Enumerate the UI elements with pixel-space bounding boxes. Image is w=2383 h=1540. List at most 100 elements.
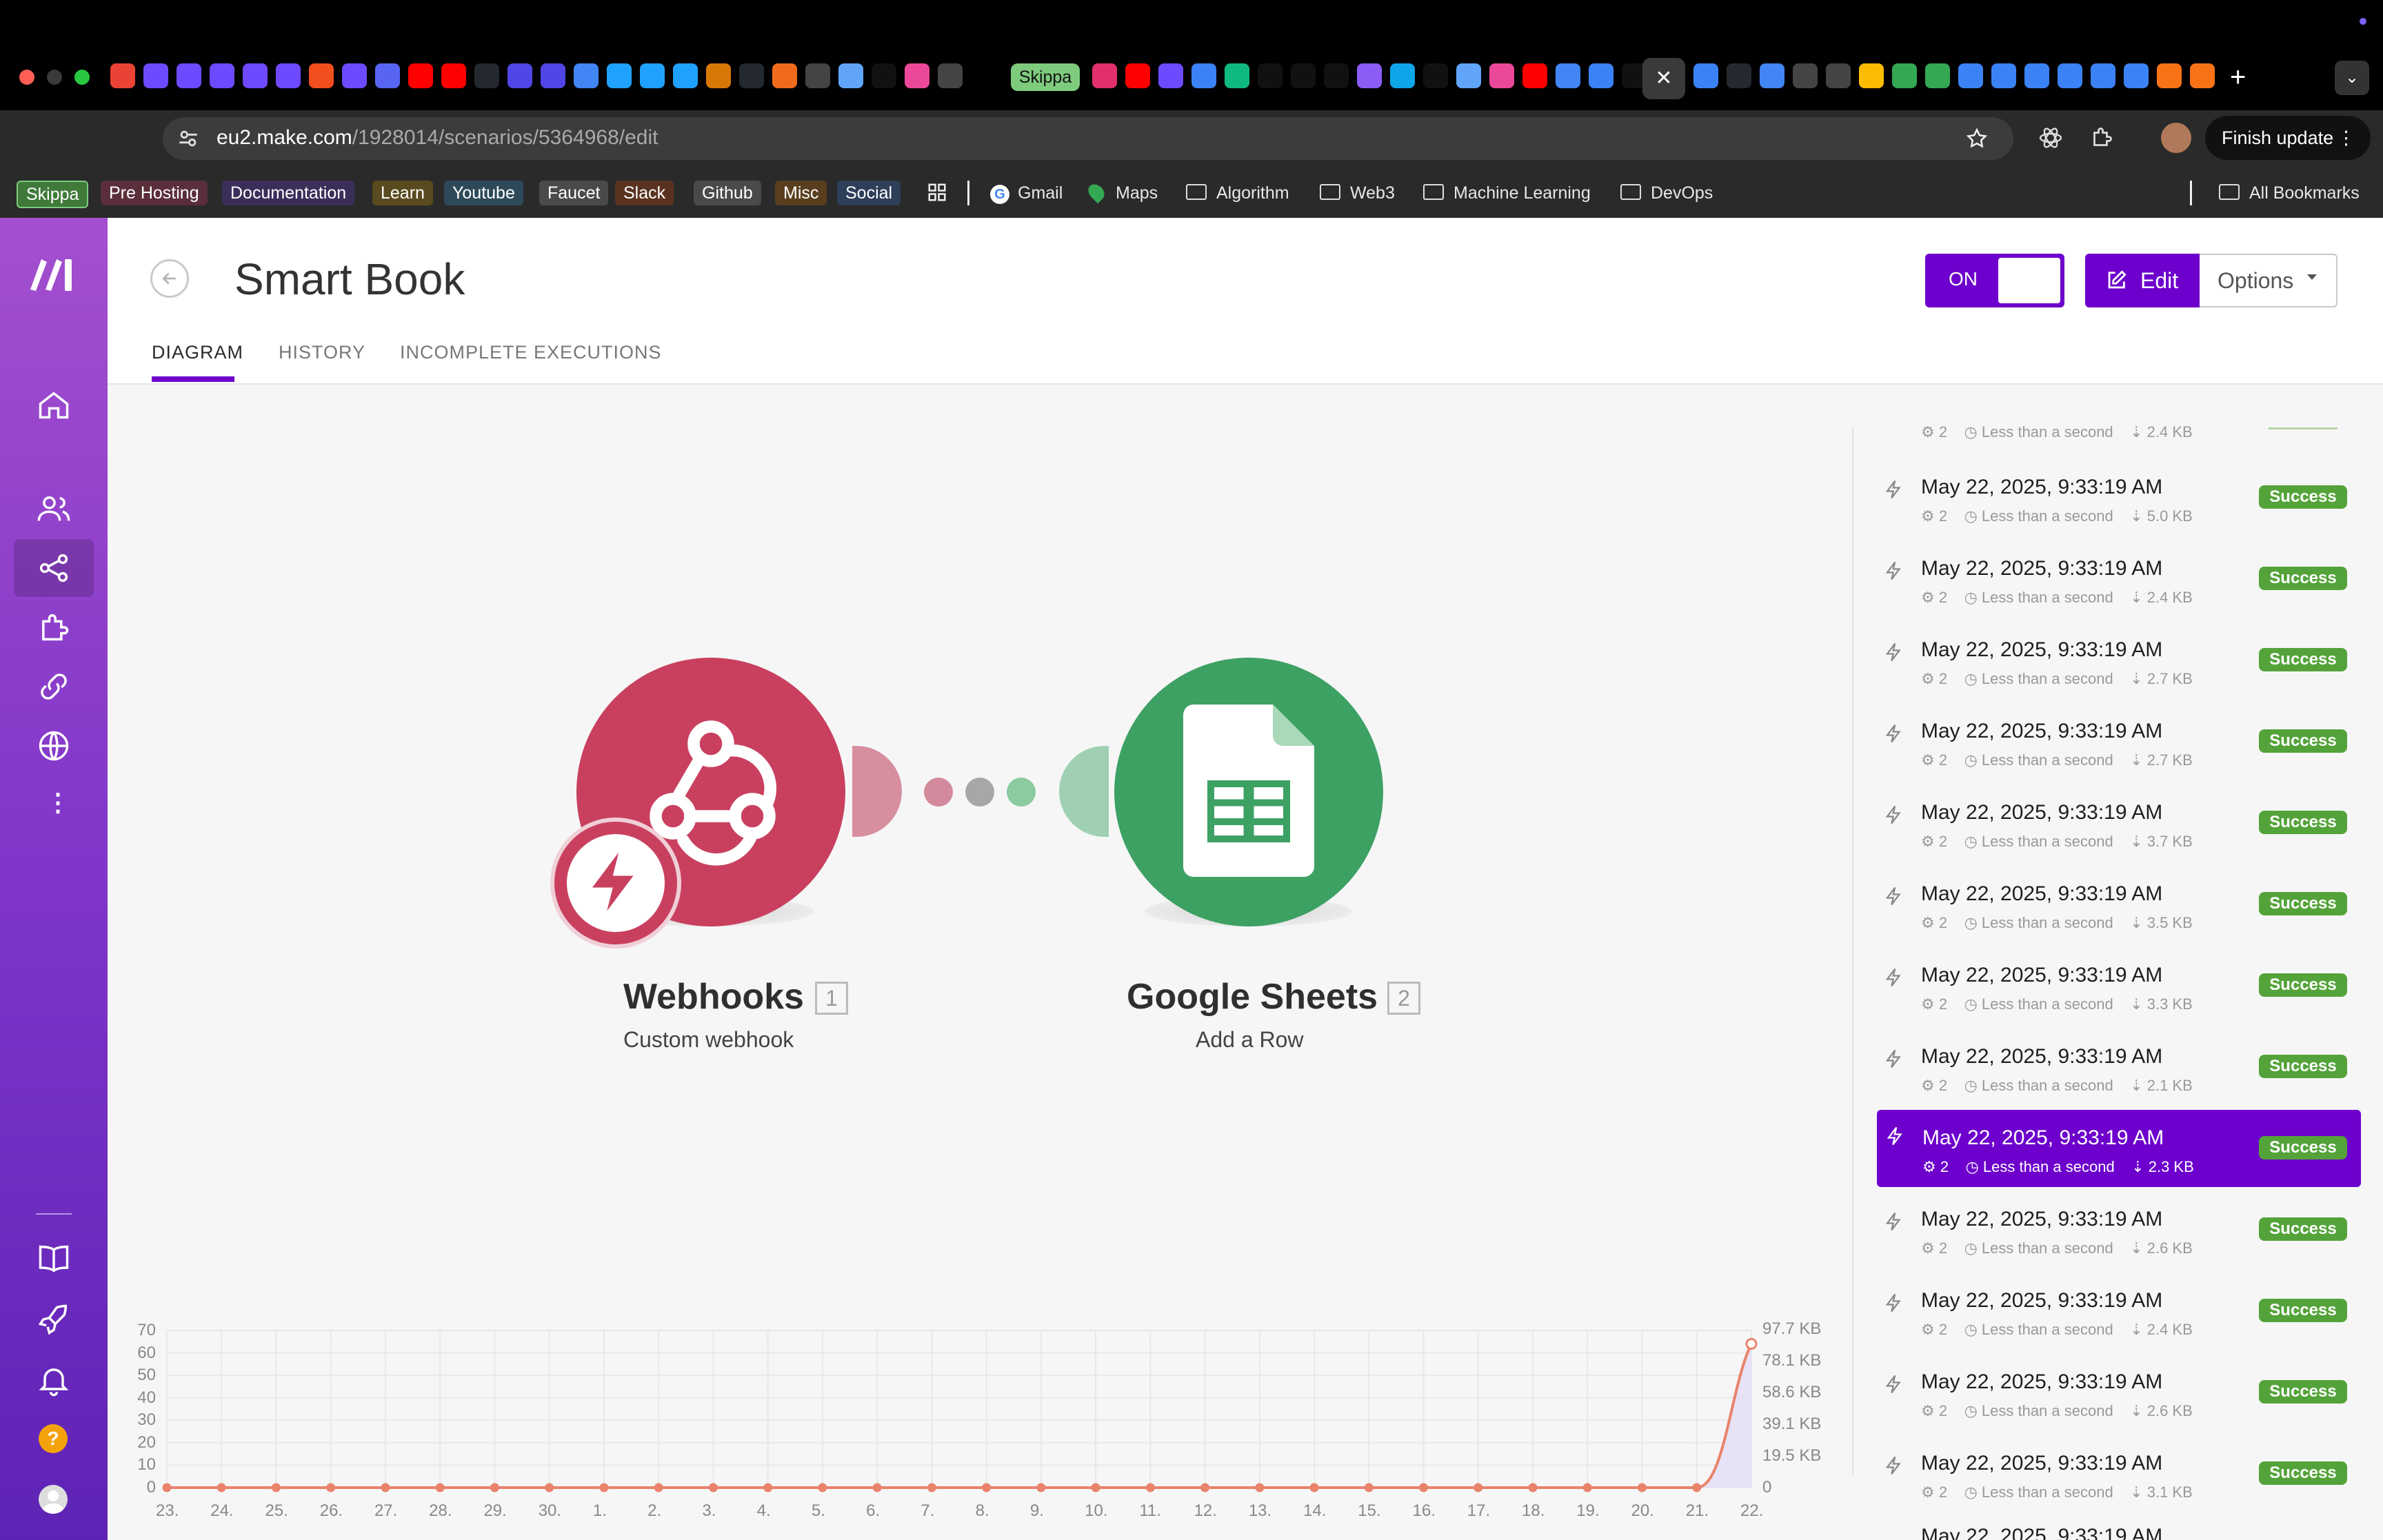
more-dots-icon[interactable]: ⋮	[46, 790, 70, 815]
data-point[interactable]	[1145, 1483, 1155, 1492]
browser-tab-icon[interactable]	[673, 63, 698, 88]
data-point[interactable]	[271, 1483, 281, 1492]
menu-dots-icon[interactable]: ⋮	[2337, 116, 2355, 160]
tab-history[interactable]: HISTORY	[279, 342, 365, 363]
browser-tab-icon[interactable]	[1693, 63, 1718, 88]
history-row-partial[interactable]: May 22, 2025, 9:33:19 AM	[1876, 1515, 2358, 1540]
data-point[interactable]	[1091, 1483, 1100, 1492]
browser-tab-icon[interactable]	[1522, 63, 1547, 88]
browser-tab-icon[interactable]	[309, 63, 334, 88]
browser-tab-icon[interactable]	[1793, 63, 1818, 88]
bookmark-folder-devops[interactable]: DevOps	[1620, 181, 1713, 205]
browser-tab-icon[interactable]	[2024, 63, 2049, 88]
browser-tab-icon[interactable]	[1423, 63, 1448, 88]
finish-update-button[interactable]: Finish update ⋮	[2205, 116, 2371, 160]
browser-tab-icon[interactable]	[1357, 63, 1382, 88]
bookmark-chip[interactable]: Youtube	[444, 181, 523, 205]
bookmark-chip[interactable]: Misc	[775, 181, 827, 205]
browser-tab-icon[interactable]	[1556, 63, 1580, 88]
data-point[interactable]	[381, 1483, 390, 1492]
data-point[interactable]	[927, 1483, 936, 1492]
data-point[interactable]	[1419, 1483, 1429, 1492]
bookmark-chip[interactable]: Faucet	[539, 181, 609, 205]
browser-tab-icon[interactable]	[607, 63, 632, 88]
data-point[interactable]	[545, 1483, 554, 1492]
tab-search-icon[interactable]: ⌄	[2335, 61, 2369, 95]
browser-tab-icon[interactable]	[1589, 63, 1613, 88]
data-point[interactable]	[326, 1483, 336, 1492]
browser-tab-icon[interactable]	[739, 63, 764, 88]
bookmark-chip[interactable]: Learn	[372, 181, 433, 205]
back-button[interactable]	[150, 259, 189, 298]
browser-tab-icon[interactable]	[1225, 63, 1249, 88]
module-name-google-sheets[interactable]: Google Sheets	[1127, 976, 1378, 1017]
data-point[interactable]	[1692, 1483, 1702, 1492]
data-point[interactable]	[1364, 1483, 1374, 1492]
browser-tab-icon[interactable]	[541, 63, 565, 88]
browser-tab-icon[interactable]	[1859, 63, 1884, 88]
browser-tab-icon[interactable]	[1991, 63, 2016, 88]
browser-tab-icon[interactable]	[905, 63, 929, 88]
address-bar[interactable]: eu2.make.com/1928014/scenarios/5364968/e…	[163, 117, 2013, 160]
extensions-puzzle-icon[interactable]	[2089, 125, 2114, 150]
connections-link-icon[interactable]	[36, 669, 72, 705]
browser-tab-icon[interactable]	[1291, 63, 1316, 88]
data-point[interactable]	[763, 1483, 773, 1492]
data-point[interactable]	[435, 1483, 445, 1492]
profile-avatar[interactable]	[2161, 123, 2191, 153]
bookmark-folder-algorithm[interactable]: Algorithm	[1186, 181, 1289, 205]
site-settings-icon[interactable]	[177, 127, 200, 150]
make-logo-icon[interactable]	[28, 254, 80, 292]
browser-tab-icon[interactable]	[1925, 63, 1950, 88]
browser-tab-icon[interactable]	[1192, 63, 1216, 88]
apps-puzzle-icon[interactable]	[36, 609, 72, 645]
bookmark-chip[interactable]: Skippa	[17, 181, 89, 208]
bookmark-gmail[interactable]: G Gmail	[990, 181, 1063, 205]
data-point[interactable]	[490, 1483, 499, 1492]
webhooks-globe-icon[interactable]	[36, 728, 72, 764]
browser-tab-icon[interactable]	[2091, 63, 2115, 88]
browser-tab-icon[interactable]	[1892, 63, 1917, 88]
data-point[interactable]	[1474, 1483, 1483, 1492]
url-text[interactable]: eu2.make.com/1928014/scenarios/5364968/e…	[217, 126, 658, 150]
book-icon[interactable]	[36, 1241, 72, 1277]
data-point[interactable]	[162, 1483, 172, 1492]
browser-tab-icon[interactable]	[574, 63, 599, 88]
bookmark-maps[interactable]: Maps	[1085, 181, 1158, 205]
sheets-input-connector[interactable]	[1059, 746, 1109, 837]
bookmark-chip[interactable]: Documentation	[222, 181, 355, 205]
browser-tab-icon[interactable]	[1390, 63, 1415, 88]
scenario-title[interactable]: Smart Book	[234, 254, 465, 305]
data-point[interactable]	[982, 1483, 992, 1492]
tab-skippa[interactable]: Skippa	[1011, 63, 1080, 91]
apps-grid-icon[interactable]	[927, 182, 947, 203]
help-icon[interactable]: ?	[39, 1424, 68, 1453]
browser-tab-icon[interactable]	[110, 63, 135, 88]
browser-tab-icon[interactable]	[1727, 63, 1751, 88]
data-point[interactable]	[1638, 1483, 1647, 1492]
browser-tab-icon[interactable]	[640, 63, 665, 88]
data-point[interactable]	[1036, 1483, 1046, 1492]
google-sheets-module[interactable]	[1114, 658, 1383, 926]
bookmark-folder-machine-learning[interactable]: Machine Learning	[1423, 181, 1591, 205]
bookmark-folder-web3[interactable]: Web3	[1320, 181, 1395, 205]
data-point[interactable]	[1200, 1483, 1210, 1492]
data-point[interactable]	[872, 1483, 882, 1492]
browser-tab-icon[interactable]	[1092, 63, 1117, 88]
bookmark-star-icon[interactable]	[1965, 127, 1989, 150]
scheduling-toggle[interactable]: ON	[1925, 254, 2064, 307]
browser-tab-icon[interactable]	[375, 63, 400, 88]
browser-tab-icon[interactable]	[1158, 63, 1183, 88]
browser-tab-icon[interactable]	[2157, 63, 2182, 88]
browser-tab-icon[interactable]	[838, 63, 863, 88]
bookmark-chip[interactable]: Pre Hosting	[101, 181, 208, 205]
webhooks-output-connector[interactable]	[852, 746, 902, 837]
data-point[interactable]	[1255, 1483, 1265, 1492]
history-row-partial[interactable]: ⚙ 2 ◷ Less than a second ⇣ 2.4 KB	[1876, 418, 2358, 445]
browser-tab-icon[interactable]	[342, 63, 367, 88]
close-window-icon[interactable]	[19, 70, 34, 85]
minimize-window-icon[interactable]	[47, 70, 62, 85]
extension-atom-icon[interactable]	[2038, 125, 2063, 150]
browser-tab-icon[interactable]	[2058, 63, 2082, 88]
bookmark-chip[interactable]: Social	[837, 181, 901, 205]
